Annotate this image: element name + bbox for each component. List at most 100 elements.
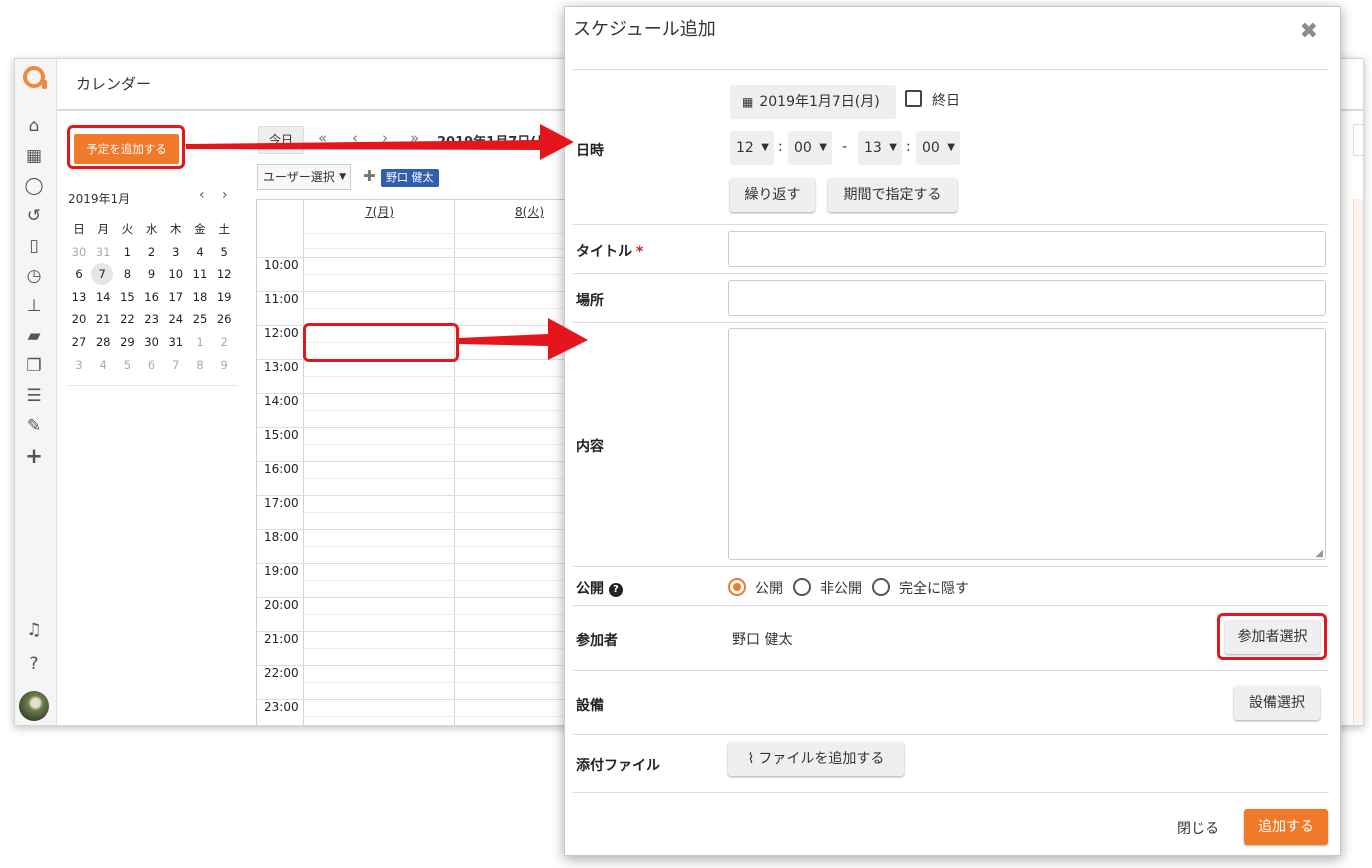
org-chart-icon[interactable]: ⊥ (23, 295, 45, 317)
allday-checkbox[interactable] (905, 90, 922, 107)
mini-calendar-day[interactable]: 6 (67, 263, 91, 285)
mini-calendar-day[interactable]: 16 (140, 286, 164, 308)
mini-calendar-day[interactable]: 19 (212, 286, 236, 308)
submit-button[interactable]: 追加する (1244, 809, 1328, 845)
mini-calendar-day[interactable]: 12 (212, 263, 236, 285)
mini-calendar-day[interactable]: 23 (140, 308, 164, 330)
half-hour-line (303, 614, 596, 615)
mini-calendar-day[interactable]: 11 (188, 263, 212, 285)
help-icon[interactable]: ? (608, 583, 623, 597)
user-select[interactable]: ユーザー選択 ▼ (257, 164, 351, 190)
prev-icon[interactable]: ‹ (352, 129, 358, 147)
avatar[interactable] (19, 691, 49, 721)
mini-calendar-day[interactable]: 10 (164, 263, 188, 285)
mini-calendar-day[interactable]: 20 (67, 308, 91, 330)
mini-calendar-day[interactable]: 26 (212, 308, 236, 330)
mini-calendar-day[interactable]: 21 (91, 308, 115, 330)
start-hour-select[interactable]: 12 ▼ (730, 131, 774, 165)
visibility-hidden-radio[interactable] (872, 578, 890, 596)
clock-icon[interactable]: ◷ (23, 265, 45, 287)
mini-calendar-day[interactable]: 25 (188, 308, 212, 330)
help-icon[interactable]: ? (23, 653, 45, 675)
mini-calendar-day[interactable]: 18 (188, 286, 212, 308)
mini-calendar-day[interactable]: 24 (164, 308, 188, 330)
date-picker-button[interactable]: ▦ 2019年1月7日(月) (730, 85, 896, 119)
mini-calendar-day[interactable]: 4 (188, 241, 212, 263)
resize-handle-icon[interactable]: ◢ (1315, 548, 1323, 559)
mini-calendar-day[interactable]: 4 (91, 354, 115, 376)
facility-select-button[interactable]: 設備選択 (1234, 686, 1320, 720)
content-textarea[interactable]: ◢ (728, 328, 1326, 560)
home-icon[interactable]: ⌂ (23, 115, 45, 137)
weekday-header: 水 (145, 222, 158, 236)
mini-calendar-day[interactable]: 15 (115, 286, 139, 308)
mini-calendar-day[interactable]: 30 (140, 331, 164, 353)
mini-calendar-day[interactable]: 17 (164, 286, 188, 308)
mini-calendar-day[interactable]: 9 (140, 263, 164, 285)
next-icon[interactable]: › (382, 129, 388, 147)
mini-calendar-day[interactable]: 3 (67, 354, 91, 376)
user-chip[interactable]: 野口 健太 (381, 169, 439, 187)
mini-calendar-day[interactable]: 13 (67, 286, 91, 308)
mini-calendar-day[interactable]: 3 (164, 241, 188, 263)
copy-icon[interactable]: ❐ (23, 355, 45, 377)
mini-calendar-day[interactable]: 7 (91, 263, 114, 286)
prev-month-icon[interactable]: « (318, 129, 327, 147)
mini-calendar-day[interactable]: 2 (140, 241, 164, 263)
mini-calendar-next-icon[interactable]: › (222, 187, 228, 203)
mini-calendar-prev-icon[interactable]: ‹ (199, 187, 205, 203)
history-icon[interactable]: ↺ (23, 205, 45, 227)
period-button[interactable]: 期間で指定する (828, 178, 957, 212)
chat-icon[interactable]: ◯ (23, 175, 45, 197)
weekday-header: 木 (170, 222, 182, 236)
mini-calendar-day[interactable]: 1 (188, 331, 212, 353)
weekday-header: 火 (121, 222, 134, 236)
end-minute-select[interactable]: 00 ▼ (916, 131, 960, 165)
add-user-icon[interactable]: ✚ (363, 167, 376, 185)
mini-calendar-day[interactable]: 5 (212, 241, 236, 263)
mini-calendar-day[interactable]: 22 (115, 308, 139, 330)
close-button[interactable]: 閉じる (1177, 818, 1219, 838)
week-grid[interactable]: 7(月) 8(火) 10:00 11:00 12:00 13:00 14:00 15:00 16… (256, 199, 596, 725)
calendar-icon[interactable]: ▦ (23, 145, 45, 167)
participants-button-highlight (1217, 613, 1327, 660)
today-button[interactable]: 今日 (258, 126, 304, 154)
visibility-private-radio[interactable] (793, 578, 811, 596)
checklist-icon[interactable]: ☰ (23, 385, 45, 407)
user-select-label: ユーザー選択 (263, 170, 335, 184)
mini-calendar-day[interactable]: 6 (140, 354, 164, 376)
next-month-icon[interactable]: » (410, 129, 419, 147)
mini-calendar-day[interactable]: 30 (67, 241, 91, 263)
hour-line (257, 291, 596, 292)
day-column-header[interactable]: 8(火) (515, 203, 544, 220)
edit-icon[interactable]: ✎ (23, 415, 45, 437)
end-hour-select[interactable]: 13 ▼ (858, 131, 902, 165)
title-input[interactable] (728, 231, 1326, 267)
repeat-button[interactable]: 繰り返す (730, 178, 815, 212)
hour-label: 23:00 (264, 700, 299, 714)
mini-calendar-day[interactable]: 31 (91, 241, 115, 263)
place-input[interactable] (728, 280, 1326, 316)
day-column-header[interactable]: 7(月) (365, 203, 394, 220)
add-file-button[interactable]: ⌇ ファイルを追加する (728, 742, 904, 776)
start-minute-select[interactable]: 00 ▼ (788, 131, 832, 165)
plus-icon[interactable]: + (23, 445, 45, 467)
mini-calendar-day[interactable]: 27 (67, 331, 91, 353)
bell-icon[interactable]: ♫ (23, 619, 45, 641)
mini-calendar-day[interactable]: 31 (164, 331, 188, 353)
app-logo-icon[interactable] (23, 66, 47, 89)
mini-calendar-day[interactable]: 9 (212, 354, 236, 376)
mini-calendar-day[interactable]: 7 (164, 354, 188, 376)
mini-calendar-day[interactable]: 8 (188, 354, 212, 376)
mini-calendar-day[interactable]: 8 (115, 263, 139, 285)
mini-calendar-day[interactable]: 28 (91, 331, 115, 353)
mini-calendar-day[interactable]: 5 (115, 354, 139, 376)
mini-calendar-day[interactable]: 14 (91, 286, 115, 308)
mini-calendar-day[interactable]: 1 (115, 241, 139, 263)
visibility-public-radio[interactable] (728, 578, 746, 596)
folder-icon[interactable]: ▰ (23, 325, 45, 347)
close-icon[interactable]: ✖ (1300, 19, 1318, 44)
mini-calendar-day[interactable]: 29 (115, 331, 139, 353)
mini-calendar-day[interactable]: 2 (212, 331, 236, 353)
clipboard-icon[interactable]: ▯ (23, 235, 45, 257)
